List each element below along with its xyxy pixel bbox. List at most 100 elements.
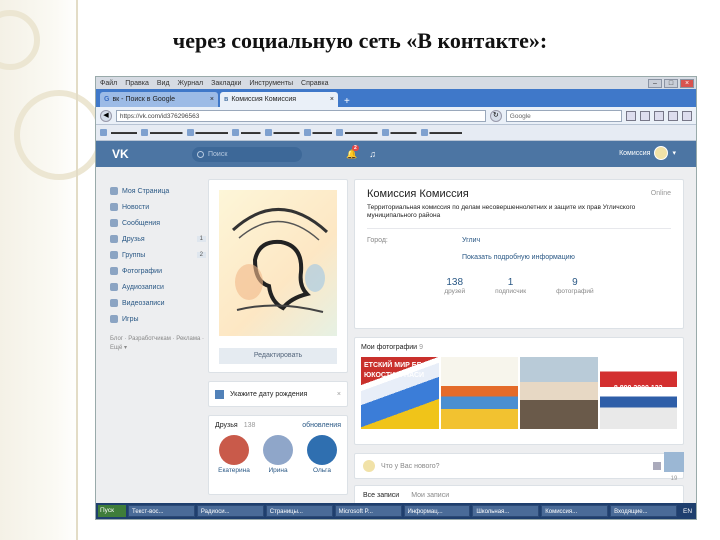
camera-icon[interactable] (653, 462, 661, 470)
taskbar-item[interactable]: Страницы... (265, 505, 333, 517)
bookmark-item[interactable]: ▬▬▬ (303, 129, 332, 136)
friends-title[interactable]: Друзья (215, 422, 238, 429)
bookmark-item[interactable]: ▬▬▬ (232, 129, 261, 136)
taskbar-item[interactable]: Microsoft P... (334, 505, 402, 517)
photos-title[interactable]: Мои фотографии (361, 344, 417, 351)
menu-tools[interactable]: Инструменты (249, 80, 293, 87)
bookmark-item[interactable]: ▬▬▬▬ (264, 129, 300, 136)
vk-logo[interactable]: VK (112, 147, 192, 161)
home-icon[interactable] (668, 110, 679, 121)
friend-item[interactable]: Екатерина (215, 435, 253, 474)
show-more-info-link[interactable]: Показать подробную информацию (462, 254, 671, 261)
tab-vk-profile[interactable]: в Комиссия Комиссия × (220, 92, 338, 107)
star-icon[interactable] (626, 110, 637, 121)
menu-help[interactable]: Справка (301, 80, 328, 87)
tab-strip: G вк - Поиск в Google × в Комиссия Комис… (96, 89, 696, 107)
photo-thumbnail[interactable]: 8 800 2000 122 (599, 357, 677, 429)
music-note-icon[interactable]: ♫ (369, 149, 376, 159)
online-status: Online (650, 190, 671, 197)
friends-updates-link[interactable]: обновления (302, 422, 341, 429)
photo-thumbnail[interactable] (440, 357, 518, 429)
sidebar-item-my-page[interactable]: Моя Страница (110, 183, 206, 199)
vk-header: VK Поиск 🔔 2 ♫ Комиссия ▾ (96, 141, 696, 167)
friend-avatar (263, 435, 293, 465)
sidebar-item-games[interactable]: Игры (110, 311, 206, 327)
bookmark-item[interactable]: ▬▬▬▬ (381, 129, 417, 136)
tab-close-icon[interactable]: × (330, 96, 334, 103)
bookmark-list-icon[interactable] (640, 110, 651, 121)
minimize-icon[interactable]: – (648, 78, 662, 88)
bookmark-item[interactable]: ▬▬▬▬▬ (420, 129, 462, 136)
city-value[interactable]: Углич (462, 237, 480, 244)
vk-search-placeholder: Поиск (208, 150, 228, 158)
menu-icon[interactable] (682, 110, 692, 121)
tab-my-posts[interactable]: Мои записи (411, 492, 449, 499)
friend-item[interactable]: Ольга (303, 435, 341, 474)
post-placeholder: Что у Вас нового? (381, 462, 440, 470)
profile-status-text[interactable]: Территориальная комиссия по делам несове… (367, 204, 637, 220)
download-icon[interactable] (654, 110, 665, 121)
decor-line (76, 0, 78, 540)
sidebar-item-photos[interactable]: Фотографии (110, 263, 206, 279)
photo-thumbnail[interactable] (520, 357, 598, 429)
tab-google-search[interactable]: G вк - Поиск в Google × (100, 92, 218, 107)
menu-history[interactable]: Журнал (178, 80, 204, 87)
menu-edit[interactable]: Правка (125, 80, 149, 87)
menu-file[interactable]: Файл (100, 80, 117, 87)
tab-all-posts[interactable]: Все записи (363, 492, 399, 499)
vk-user-menu[interactable]: Комиссия ▾ (619, 146, 676, 160)
sidebar-item-messages[interactable]: Сообщения (110, 215, 206, 231)
profile-right-column: Комиссия Комиссия Online Территориальная… (354, 179, 684, 505)
taskbar-item[interactable]: Школьная... (472, 505, 540, 517)
taskbar-item[interactable]: Радиоси... (196, 505, 264, 517)
decor-ring (14, 90, 104, 180)
url-text: https://vk.com/id376296563 (119, 112, 200, 120)
taskbar-item[interactable]: Комиссия... (541, 505, 609, 517)
maximize-icon[interactable]: □ (664, 78, 678, 88)
photo-thumbnail[interactable]: ЕТСКИЙ МИР БЕ ЮКОСТИ И НАСИ (361, 357, 439, 429)
language-indicator[interactable]: EN (679, 508, 696, 515)
back-icon[interactable]: ◀ (100, 109, 112, 122)
edit-profile-button[interactable]: Редактировать (219, 348, 337, 364)
photo-caption: ЕТСКИЙ МИР БЕ ЮКОСТИ И НАСИ (364, 362, 425, 379)
user-icon (110, 235, 118, 243)
taskbar-item[interactable]: Текст-вос... (128, 505, 195, 517)
bookmark-item[interactable]: ▬▬▬▬▬ (336, 129, 378, 136)
close-icon[interactable]: × (337, 391, 341, 398)
sidebar-item-audio[interactable]: Аудиозаписи (110, 279, 206, 295)
sidebar-item-friends[interactable]: Друзья 1 (110, 231, 206, 247)
counter-friends[interactable]: 138 друзей (444, 277, 465, 295)
slide-title: через социальную сеть «В контакте»: (172, 28, 548, 53)
sidebar-item-video[interactable]: Видеозаписи (110, 295, 206, 311)
url-field[interactable]: https://vk.com/id376296563 (115, 109, 486, 122)
avatar[interactable] (664, 452, 684, 472)
vk-search-input[interactable]: Поиск (192, 146, 302, 162)
menu-view[interactable]: Вид (157, 80, 170, 87)
profile-info-card: Комиссия Комиссия Online Территориальная… (354, 179, 684, 329)
birthday-prompt[interactable]: Укажите дату рождения × (208, 381, 348, 407)
bookmark-item[interactable]: ▬▬▬▬▬ (186, 129, 228, 136)
browser-screenshot: Файл Правка Вид Журнал Закладки Инструме… (95, 76, 697, 520)
counter-photos[interactable]: 9 фотографий (556, 277, 594, 295)
menu-bookmarks[interactable]: Закладки (211, 80, 241, 87)
profile-photo[interactable] (209, 180, 347, 348)
browser-search-input[interactable]: Google (505, 109, 623, 122)
sidebar-footer-links[interactable]: Блог · Разработчикам · Реклама · Ещё ▾ (110, 335, 206, 353)
reload-icon[interactable]: ↻ (489, 109, 502, 122)
new-post-box[interactable]: Что у Вас нового? (354, 453, 684, 479)
profile-photo-card: Редактировать (208, 179, 348, 373)
new-tab-icon[interactable]: + (340, 96, 354, 107)
start-button[interactable]: Пуск (98, 505, 126, 517)
sidebar-item-groups[interactable]: Группы 2 (110, 247, 206, 263)
friend-item[interactable]: Ирина (259, 435, 297, 474)
taskbar-item[interactable]: Информац... (403, 505, 471, 517)
close-icon[interactable]: × (680, 78, 694, 88)
calendar-icon (215, 389, 224, 399)
sidebar-item-news[interactable]: Новости (110, 199, 206, 215)
bookmark-item[interactable]: ▬▬▬▬ (100, 129, 137, 136)
tab-close-icon[interactable]: × (210, 96, 214, 103)
bookmark-item[interactable]: ▬▬▬▬▬ (141, 129, 183, 136)
counter-followers[interactable]: 1 подписчик (495, 277, 526, 295)
taskbar-item[interactable]: Входящие... (610, 505, 677, 517)
bell-icon[interactable]: 🔔 2 (346, 144, 359, 160)
